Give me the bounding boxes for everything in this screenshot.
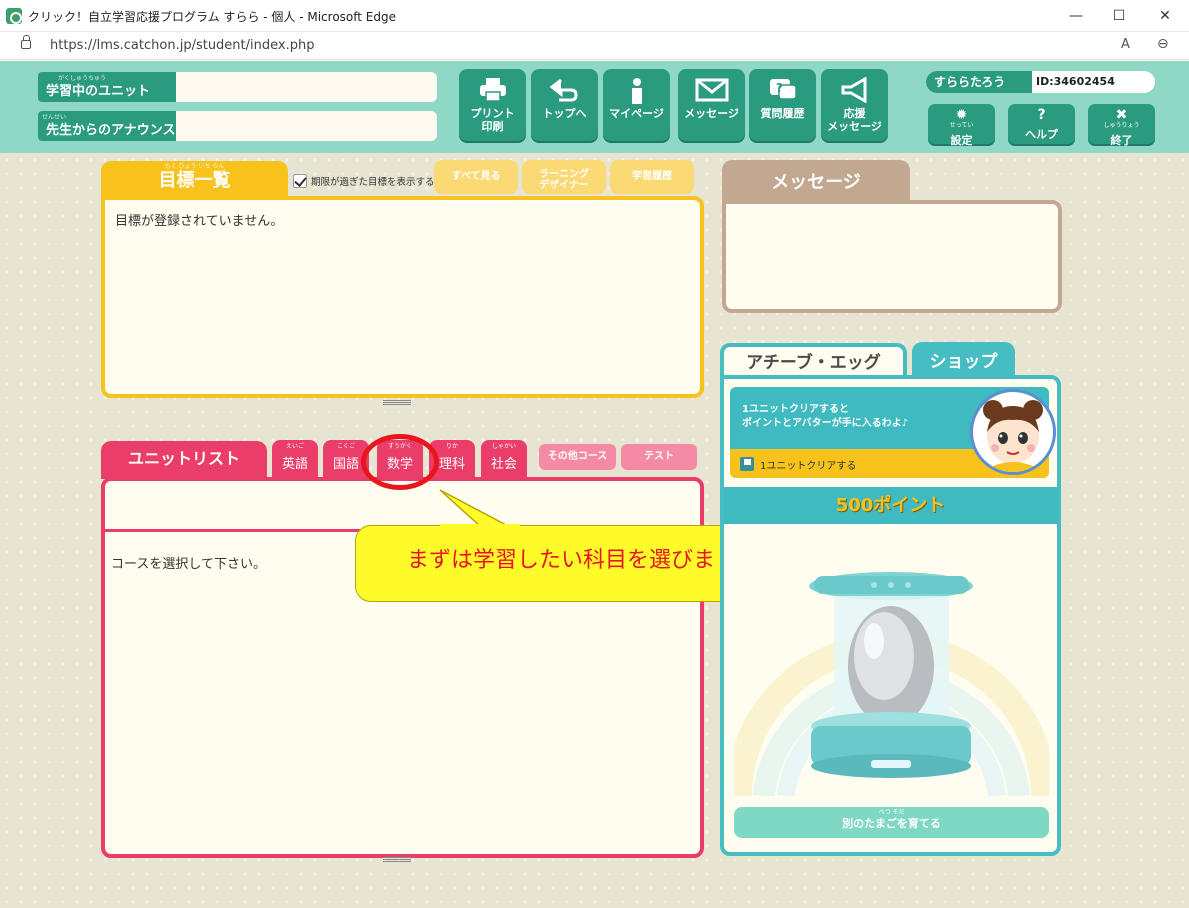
show-all-button[interactable]: すべて見る	[434, 160, 518, 194]
user-info: すららたろう ID:34602454	[926, 71, 1155, 93]
grow-other-egg-button[interactable]: べつ そだ 別のたまごを育てる	[734, 807, 1049, 838]
browser-title-bar: クリック！自立学習応援プログラム すらら - 個人 - Microsoft Ed…	[0, 0, 1189, 32]
show-expired-label: 期限が過ぎた目標を表示する	[311, 177, 435, 188]
question-bubble-icon: ?	[749, 77, 816, 105]
unit-list-tab[interactable]: ユニットリスト	[101, 441, 267, 479]
message-button[interactable]: メッセージ	[678, 69, 745, 141]
cheer-message-button[interactable]: 応援 メッセージ	[821, 69, 888, 141]
goals-panel: 目標が登録されていません。	[101, 196, 704, 398]
goals-tab[interactable]: もく ひょう いち らん 目標一覧	[101, 161, 288, 198]
lock-icon	[21, 35, 31, 49]
question-history-button[interactable]: ? 質問履歴	[749, 69, 816, 141]
maximize-button[interactable]: ☐	[1096, 0, 1142, 32]
url-field[interactable]: https://lms.catchon.jp/student/index.php	[50, 38, 314, 53]
other-course-button[interactable]: その他コース	[539, 444, 616, 470]
character-avatar	[970, 389, 1056, 475]
learning-history-button[interactable]: 学習履歴	[610, 160, 694, 194]
go-top-button[interactable]: トップへ	[531, 69, 598, 141]
exit-button[interactable]: ✖ しゅうりょう 終了	[1088, 104, 1155, 147]
print-button[interactable]: プリント 印刷	[459, 69, 526, 141]
back-arrow-icon	[531, 77, 598, 105]
unit-resize-handle[interactable]	[383, 857, 411, 862]
points-display: 500ポイント	[724, 487, 1057, 524]
highlight-ring	[361, 434, 439, 490]
close-window-button[interactable]: ✕	[1142, 0, 1188, 32]
achieve-egg-panel: 1ユニットクリアすると ポイントとアバターが手に入るわよ♪ 1ユニットクリアする…	[720, 375, 1061, 856]
svg-text:?: ?	[776, 81, 783, 95]
messages-panel	[722, 200, 1062, 313]
gear-icon: ✹	[955, 107, 968, 123]
learning-designer-button[interactable]: ラーニング デザイナー	[522, 160, 606, 194]
callout-tail-cover	[440, 524, 520, 532]
address-bar: https://lms.catchon.jp/student/index.php…	[0, 32, 1189, 60]
help-button[interactable]: ? ヘルプ	[1008, 104, 1075, 144]
goals-empty-text: 目標が登録されていません。	[115, 214, 284, 229]
subject-tab-english[interactable]: えいご 英語	[272, 440, 318, 478]
egg-capsule-illustration	[734, 572, 1049, 796]
envelope-icon	[678, 77, 745, 105]
teacher-announce-field	[176, 111, 437, 141]
test-button[interactable]: テスト	[621, 444, 697, 470]
messages-tab[interactable]: メッセージ	[722, 160, 910, 202]
read-aloud-icon[interactable]: A	[1121, 37, 1130, 52]
current-unit-field	[176, 72, 437, 102]
close-box-icon: ✖	[1115, 107, 1128, 123]
question-mark-icon: ?	[1037, 107, 1046, 123]
zoom-out-icon[interactable]: ⊖	[1157, 36, 1169, 52]
person-icon	[603, 77, 670, 105]
minimize-button[interactable]: —	[1053, 0, 1099, 32]
mission-text: 1ユニットクリアすると ポイントとアバターが手に入るわよ♪	[742, 404, 908, 429]
user-name: すららたろう	[926, 71, 1032, 93]
current-unit-label: がくしゅうちゅう 学習中のユニット	[38, 72, 176, 102]
window-title: クリック！自立学習応援プログラム すらら - 個人 - Microsoft Ed…	[28, 10, 396, 24]
settings-button[interactable]: ✹ せってい 設定	[928, 104, 995, 147]
goals-resize-handle[interactable]	[383, 400, 411, 405]
subject-tab-social[interactable]: しゃかい 社会	[481, 440, 527, 478]
printer-icon	[459, 77, 526, 105]
my-page-button[interactable]: マイページ	[603, 69, 670, 141]
unit-empty-text: コースを選択して下さい。	[111, 557, 266, 572]
megaphone-icon	[821, 76, 888, 105]
show-expired-checkbox[interactable]	[293, 174, 307, 188]
achieve-egg-tab[interactable]: アチーブ・エッグ	[720, 343, 907, 379]
app-logo-icon	[6, 8, 22, 24]
teacher-announce-label: せんせい 先生からのアナウンス	[38, 111, 176, 141]
mission-task-label: 1ユニットクリアする	[760, 461, 857, 472]
user-id: ID:34602454	[1036, 75, 1115, 88]
shop-tab[interactable]: ショップ	[912, 342, 1015, 378]
flag-icon	[740, 457, 754, 471]
